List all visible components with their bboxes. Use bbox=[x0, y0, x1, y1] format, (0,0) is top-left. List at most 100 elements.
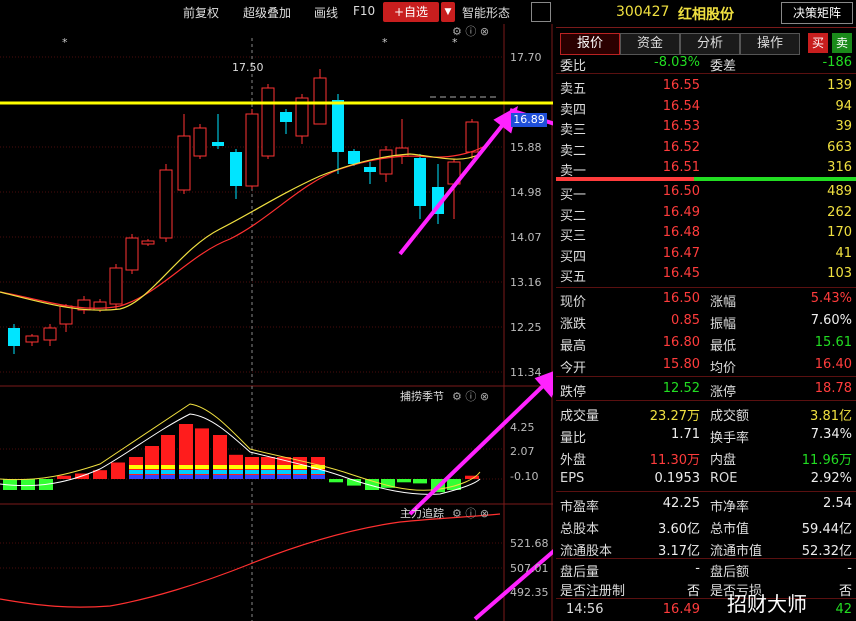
tick-row: 14:56 16.49 42 bbox=[566, 602, 852, 617]
limit-row: 跌停 12.52 涨停 18.78 bbox=[560, 381, 852, 400]
indicator-bar-band bbox=[261, 470, 275, 474]
indicator-bar-band bbox=[277, 475, 291, 479]
indicator-bar-band bbox=[261, 475, 275, 479]
indicator-bar-band bbox=[195, 470, 209, 474]
chart-area[interactable]: * * * 17.70 15.88 14.98 14.07 13.16 12.2… bbox=[0, 24, 553, 621]
indicator-axis-label: 4.25 bbox=[510, 421, 535, 434]
valuation-row: 总股本 3.60亿 总市值 59.44亿 bbox=[560, 522, 852, 537]
price-axis-label: 14.98 bbox=[510, 186, 542, 199]
stat-row: 现价 16.50 涨幅 5.43% bbox=[560, 291, 852, 310]
event-marker-1: * bbox=[62, 36, 68, 49]
buy-level-row[interactable]: 买四 16.47 41 bbox=[556, 243, 856, 265]
indicator-bar-band bbox=[195, 465, 209, 469]
indicator-bar-band bbox=[293, 475, 307, 479]
chart-settings-icons[interactable]: ⚙ ⓘ ⊗ bbox=[452, 23, 489, 39]
candle-body bbox=[8, 328, 20, 346]
indicator-bar-band bbox=[161, 465, 175, 469]
candle-body bbox=[245, 113, 259, 187]
candle-body bbox=[125, 237, 139, 271]
buy-level-row[interactable]: 买五 16.45 103 bbox=[556, 263, 856, 285]
draw-line-button[interactable]: 画线 bbox=[314, 4, 338, 21]
candle-body bbox=[280, 112, 292, 122]
tracker-axis-label: 492.35 bbox=[510, 586, 549, 599]
weibi-row: 委比 -8.03% 委差 -186 bbox=[560, 55, 852, 74]
sell-level-row[interactable]: 卖五 16.55 139 bbox=[556, 75, 856, 97]
price-axis-label: 12.25 bbox=[510, 321, 542, 334]
indicator-bar-band bbox=[311, 465, 325, 469]
indicator-bar bbox=[21, 479, 35, 490]
panel-title-buolao: 捕捞季节 bbox=[400, 390, 444, 403]
candle-body bbox=[212, 142, 224, 146]
valuation-row: 市盈率 42.25 市净率 2.54 bbox=[560, 496, 852, 515]
add-watchlist-button[interactable]: +自选 bbox=[383, 2, 439, 22]
chart-toolbar: 前复权 超级叠加 画线 F10 +自选 ▼ 智能形态 bbox=[0, 0, 553, 24]
stat-row: 今开 15.80 均价 16.40 bbox=[560, 357, 852, 376]
candle-body bbox=[43, 327, 57, 341]
candle-body bbox=[109, 267, 123, 305]
price-axis-label: 15.88 bbox=[510, 141, 542, 154]
sell-level-row[interactable]: 卖三 16.53 39 bbox=[556, 116, 856, 138]
stock-name: 红相股份 bbox=[678, 7, 734, 23]
indicator-bar-band bbox=[245, 470, 259, 474]
sell-button[interactable]: 卖 bbox=[832, 33, 852, 53]
indicator-bar-band bbox=[195, 475, 209, 479]
stat-row: 涨跌 0.85 振幅 7.60% bbox=[560, 313, 852, 332]
indicator-bar-band bbox=[213, 475, 227, 479]
candle-body bbox=[177, 135, 191, 191]
window-toggle-icon[interactable] bbox=[531, 2, 551, 22]
panel-title-zhuli: 主力追踪 bbox=[400, 507, 444, 520]
indicator-bar-band bbox=[245, 465, 259, 469]
quote-panel: 300427 红相股份 决策矩阵 报价 资金 分析 操作 买 卖 委比 -8.0… bbox=[556, 0, 856, 621]
stat-row: 最高 16.80 最低 15.61 bbox=[560, 335, 852, 354]
indicator-bar-band bbox=[145, 475, 159, 479]
indicator-bar-band bbox=[311, 475, 325, 479]
candle-body bbox=[465, 121, 479, 153]
indicator-bar-band bbox=[245, 475, 259, 479]
buy-button[interactable]: 买 bbox=[808, 33, 828, 53]
watchlist-dropdown-icon[interactable]: ▼ bbox=[441, 2, 455, 22]
indicator-axis-label: -0.10 bbox=[510, 470, 539, 483]
indicator-bar-band bbox=[293, 470, 307, 474]
buy-level-row[interactable]: 买二 16.49 262 bbox=[556, 202, 856, 224]
ma10-line bbox=[0, 145, 486, 309]
smart-pattern-button[interactable]: 智能形态 bbox=[462, 4, 510, 21]
indicator-bar bbox=[111, 462, 125, 479]
indicator-bar-band bbox=[229, 475, 243, 479]
indicator-bar-band bbox=[179, 465, 193, 469]
current-price-tag: 16.89 bbox=[511, 113, 547, 127]
sell-level-row[interactable]: 卖四 16.54 94 bbox=[556, 96, 856, 118]
indicator-bar-band bbox=[277, 470, 291, 474]
volume-stat-row: 量比 1.71 换手率 7.34% bbox=[560, 427, 852, 446]
indicator-bar-band bbox=[213, 470, 227, 474]
candle-body bbox=[230, 152, 242, 186]
f10-button[interactable]: F10 bbox=[353, 4, 375, 18]
volume-stat-row: EPS 0.1953 ROE 2.92% bbox=[560, 471, 852, 486]
price-axis-label: 11.34 bbox=[510, 366, 542, 379]
candlestick-chart[interactable]: * * * bbox=[0, 24, 553, 621]
valuation-row: 流通股本 3.17亿 流通市值 52.32亿 bbox=[560, 544, 852, 559]
stock-code: 300427 bbox=[616, 4, 670, 20]
tracker-axis-label: 507.01 bbox=[510, 562, 549, 575]
volume-stat-row: 成交量 23.27万 成交额 3.81亿 bbox=[560, 409, 852, 424]
panel3-settings-icons[interactable]: ⚙ ⓘ ⊗ bbox=[452, 505, 489, 521]
candles-group bbox=[8, 69, 479, 354]
decision-matrix-button[interactable]: 决策矩阵 bbox=[781, 2, 853, 24]
sell-level-row[interactable]: 卖二 16.52 663 bbox=[556, 137, 856, 159]
indicator-bar-band bbox=[229, 465, 243, 469]
panel2-settings-icons[interactable]: ⚙ ⓘ ⊗ bbox=[452, 388, 489, 404]
event-marker-2: * bbox=[382, 36, 388, 49]
sell-level-row[interactable]: 卖一 16.51 316 bbox=[556, 157, 856, 179]
buy-level-row[interactable]: 买一 16.50 489 bbox=[556, 181, 856, 203]
overlay-button[interactable]: 超级叠加 bbox=[243, 4, 291, 21]
buy-level-row[interactable]: 买三 16.48 170 bbox=[556, 222, 856, 244]
indicator-bar-band bbox=[129, 475, 143, 479]
candle-body bbox=[261, 87, 275, 157]
indicator-bar bbox=[329, 479, 343, 483]
indicator-axis-label: 2.07 bbox=[510, 445, 535, 458]
peak-price-label: 17.50 bbox=[232, 61, 264, 74]
candle-body bbox=[159, 169, 173, 239]
price-axis-label: 17.70 bbox=[510, 51, 542, 64]
candle-body bbox=[379, 149, 393, 175]
candle-body bbox=[141, 240, 155, 245]
restore-button[interactable]: 前复权 bbox=[183, 4, 219, 21]
